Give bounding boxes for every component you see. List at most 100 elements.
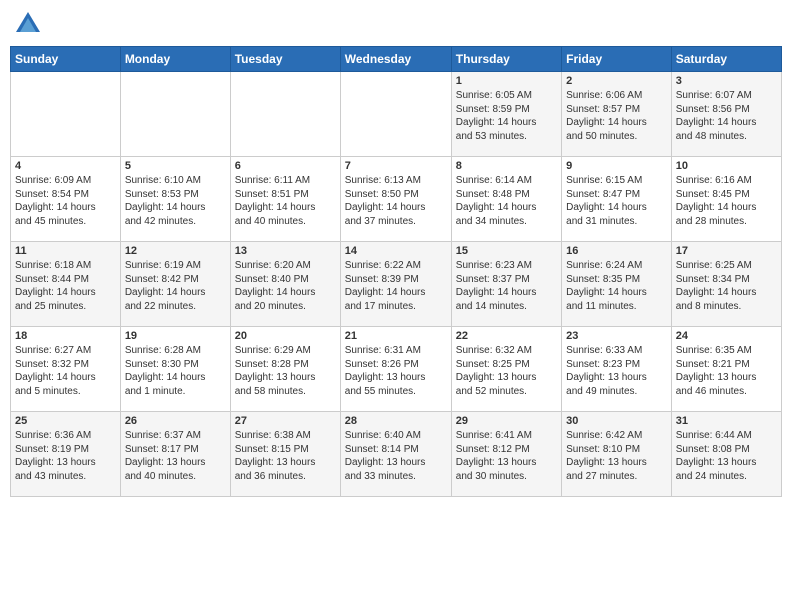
calendar-table: SundayMondayTuesdayWednesdayThursdayFrid… (10, 46, 782, 497)
calendar-cell: 12Sunrise: 6:19 AM Sunset: 8:42 PM Dayli… (120, 242, 230, 327)
calendar-cell: 28Sunrise: 6:40 AM Sunset: 8:14 PM Dayli… (340, 412, 451, 497)
day-info: Sunrise: 6:18 AM Sunset: 8:44 PM Dayligh… (15, 260, 96, 312)
calendar-cell: 17 Sunrise: 6:25 AM Sunset: 8:34 PM Dayli… (671, 242, 781, 327)
day-info: Sunrise: 6:28 AM Sunset: 8:30 PM Dayligh… (125, 345, 206, 397)
day-number: 24 (676, 330, 777, 342)
calendar-cell: 13 Sunrise: 6:20 AM Sunset: 8:40 PM Dayli… (230, 242, 340, 327)
day-info: Sunrise: 6:25 AM Sunset: 8:34 PM Dayligh… (676, 260, 757, 312)
day-number: 11 (15, 245, 116, 257)
calendar-cell (340, 72, 451, 157)
day-info: Sunrise: 6:35 AM Sunset: 8:21 PM Dayligh… (676, 345, 757, 397)
day-number: 5 (125, 160, 226, 172)
calendar-cell: 16 Sunrise: 6:24 AM Sunset: 8:35 PM Dayli… (562, 242, 672, 327)
calendar-cell: 20 Sunrise: 6:29 AM Sunset: 8:28 PM Dayli… (230, 327, 340, 412)
day-info: Sunrise: 6:07 AM Sunset: 8:56 PM Dayligh… (676, 90, 757, 142)
day-info: Sunrise: 6:42 AM Sunset: 8:10 PM Dayligh… (566, 430, 647, 482)
calendar-cell: 8 Sunrise: 6:14 AM Sunset: 8:48 PM Daylig… (451, 157, 561, 242)
calendar-cell: 2 Sunrise: 6:06 AM Sunset: 8:57 PM Daylig… (562, 72, 672, 157)
calendar-cell: 26 Sunrise: 6:37 AM Sunset: 8:17 PM Dayli… (120, 412, 230, 497)
calendar-cell: 22 Sunrise: 6:32 AM Sunset: 8:25 PM Dayli… (451, 327, 561, 412)
day-header-thursday: Thursday (451, 47, 561, 72)
day-number: 13 (235, 245, 336, 257)
day-header-saturday: Saturday (671, 47, 781, 72)
day-header-friday: Friday (562, 47, 672, 72)
day-number: 23 (566, 330, 667, 342)
calendar-cell: 14 Sunrise: 6:22 AM Sunset: 8:39 PM Dayli… (340, 242, 451, 327)
calendar-cell: 10 Sunrise: 6:16 AM Sunset: 8:45 PM Dayli… (671, 157, 781, 242)
day-number: 17 (676, 245, 777, 257)
logo (14, 10, 46, 38)
calendar-cell (120, 72, 230, 157)
day-info: Sunrise: 6:16 AM Sunset: 8:45 PM Dayligh… (676, 175, 757, 227)
day-info: Sunrise: 6:36 AM Sunset: 8:19 PM Dayligh… (15, 430, 96, 482)
day-info: Sunrise: 6:14 AM Sunset: 8:48 PM Dayligh… (456, 175, 537, 227)
calendar-cell: 6Sunrise: 6:11 AM Sunset: 8:51 PM Daylig… (230, 157, 340, 242)
calendar-cell: 25 Sunrise: 6:36 AM Sunset: 8:19 PM Dayli… (11, 412, 121, 497)
page-header (10, 10, 782, 38)
calendar-cell: 4Sunrise: 6:09 AM Sunset: 8:54 PM Daylig… (11, 157, 121, 242)
calendar-cell: 5 Sunrise: 6:10 AM Sunset: 8:53 PM Daylig… (120, 157, 230, 242)
day-number: 10 (676, 160, 777, 172)
logo-icon (14, 10, 42, 38)
calendar-cell: 18Sunrise: 6:27 AM Sunset: 8:32 PM Dayli… (11, 327, 121, 412)
day-info: Sunrise: 6:32 AM Sunset: 8:25 PM Dayligh… (456, 345, 537, 397)
day-number: 8 (456, 160, 557, 172)
day-info: Sunrise: 6:13 AM Sunset: 8:50 PM Dayligh… (345, 175, 426, 227)
calendar-cell: 7 Sunrise: 6:13 AM Sunset: 8:50 PM Daylig… (340, 157, 451, 242)
calendar-cell: 30 Sunrise: 6:42 AM Sunset: 8:10 PM Dayli… (562, 412, 672, 497)
day-number: 7 (345, 160, 447, 172)
day-number: 26 (125, 415, 226, 427)
day-info: Sunrise: 6:37 AM Sunset: 8:17 PM Dayligh… (125, 430, 206, 482)
calendar-week-row: 11 Sunrise: 6:18 AM Sunset: 8:44 PM Dayli… (11, 242, 782, 327)
day-number: 20 (235, 330, 336, 342)
day-header-monday: Monday (120, 47, 230, 72)
calendar-cell: 11 Sunrise: 6:18 AM Sunset: 8:44 PM Dayli… (11, 242, 121, 327)
calendar-week-row: 18Sunrise: 6:27 AM Sunset: 8:32 PM Dayli… (11, 327, 782, 412)
calendar-cell: 19 Sunrise: 6:28 AM Sunset: 8:30 PM Dayli… (120, 327, 230, 412)
calendar-cell: 24 Sunrise: 6:35 AM Sunset: 8:21 PM Dayli… (671, 327, 781, 412)
day-info: Sunrise: 6:29 AM Sunset: 8:28 PM Dayligh… (235, 345, 316, 397)
day-info: Sunrise: 6:10 AM Sunset: 8:53 PM Dayligh… (125, 175, 206, 227)
day-header-tuesday: Tuesday (230, 47, 340, 72)
day-number: 1 (456, 75, 557, 87)
day-number: 28 (345, 415, 447, 427)
calendar-cell: 21 Sunrise: 6:31 AM Sunset: 8:26 PM Dayli… (340, 327, 451, 412)
day-number: 18 (15, 330, 116, 342)
day-info: Sunrise: 6:06 AM Sunset: 8:57 PM Dayligh… (566, 90, 647, 142)
day-header-sunday: Sunday (11, 47, 121, 72)
day-number: 21 (345, 330, 447, 342)
day-number: 16 (566, 245, 667, 257)
calendar-header-row: SundayMondayTuesdayWednesdayThursdayFrid… (11, 47, 782, 72)
calendar-cell: 9 Sunrise: 6:15 AM Sunset: 8:47 PM Daylig… (562, 157, 672, 242)
day-number: 15 (456, 245, 557, 257)
day-info: Sunrise: 6:41 AM Sunset: 8:12 PM Dayligh… (456, 430, 537, 482)
calendar-week-row: 4Sunrise: 6:09 AM Sunset: 8:54 PM Daylig… (11, 157, 782, 242)
day-number: 31 (676, 415, 777, 427)
day-number: 25 (15, 415, 116, 427)
day-info: Sunrise: 6:15 AM Sunset: 8:47 PM Dayligh… (566, 175, 647, 227)
calendar-cell: 1 Sunrise: 6:05 AM Sunset: 8:59 PM Daylig… (451, 72, 561, 157)
calendar-cell (230, 72, 340, 157)
day-number: 22 (456, 330, 557, 342)
day-number: 30 (566, 415, 667, 427)
day-info: Sunrise: 6:31 AM Sunset: 8:26 PM Dayligh… (345, 345, 426, 397)
calendar-week-row: 25 Sunrise: 6:36 AM Sunset: 8:19 PM Dayli… (11, 412, 782, 497)
day-number: 4 (15, 160, 116, 172)
day-number: 2 (566, 75, 667, 87)
day-number: 27 (235, 415, 336, 427)
day-info: Sunrise: 6:23 AM Sunset: 8:37 PM Dayligh… (456, 260, 537, 312)
day-number: 9 (566, 160, 667, 172)
day-info: Sunrise: 6:22 AM Sunset: 8:39 PM Dayligh… (345, 260, 426, 312)
day-info: Sunrise: 6:44 AM Sunset: 8:08 PM Dayligh… (676, 430, 757, 482)
day-header-wednesday: Wednesday (340, 47, 451, 72)
day-info: Sunrise: 6:33 AM Sunset: 8:23 PM Dayligh… (566, 345, 647, 397)
day-number: 29 (456, 415, 557, 427)
day-info: Sunrise: 6:24 AM Sunset: 8:35 PM Dayligh… (566, 260, 647, 312)
calendar-cell: 27Sunrise: 6:38 AM Sunset: 8:15 PM Dayli… (230, 412, 340, 497)
calendar-cell: 31 Sunrise: 6:44 AM Sunset: 8:08 PM Dayli… (671, 412, 781, 497)
day-number: 14 (345, 245, 447, 257)
calendar-cell: 15 Sunrise: 6:23 AM Sunset: 8:37 PM Dayli… (451, 242, 561, 327)
day-number: 19 (125, 330, 226, 342)
day-info: Sunrise: 6:05 AM Sunset: 8:59 PM Dayligh… (456, 90, 537, 142)
day-info: Sunrise: 6:20 AM Sunset: 8:40 PM Dayligh… (235, 260, 316, 312)
